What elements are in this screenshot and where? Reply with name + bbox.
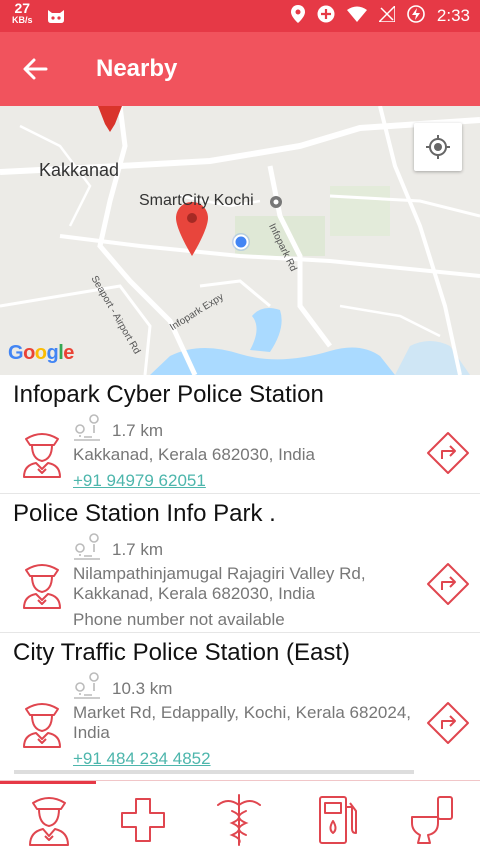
my-location-button[interactable] bbox=[414, 123, 462, 171]
wifi-icon bbox=[346, 6, 367, 27]
network-speed-unit: KB/s bbox=[12, 15, 33, 25]
police-officer-icon bbox=[23, 433, 61, 478]
station-address: Market Rd, Edappally, Kochi, Kerala 6820… bbox=[73, 703, 411, 742]
caduceus-icon bbox=[217, 794, 261, 846]
nav-toilet[interactable] bbox=[408, 791, 458, 847]
next-item-peek bbox=[0, 770, 480, 780]
results-list[interactable]: Infopark Cyber Police Station 1.7 km Kak… bbox=[0, 375, 480, 780]
nav-fuel[interactable] bbox=[312, 791, 362, 847]
nav-pharmacy[interactable] bbox=[214, 791, 264, 847]
map-view[interactable]: Kakkanad SmartCity Kochi Seaport - Airpo… bbox=[0, 106, 480, 375]
status-icons: 2:33 bbox=[290, 3, 470, 28]
station-name: Police Station Info Park . bbox=[13, 500, 276, 527]
network-speed: 27 KB/s bbox=[12, 0, 33, 26]
location-icon bbox=[290, 4, 305, 28]
station-distance: 10.3 km bbox=[112, 679, 173, 698]
list-item[interactable]: Police Station Info Park . 1.7 km Nilamp… bbox=[0, 494, 480, 633]
my-location-icon bbox=[426, 135, 450, 159]
fuel-pump-icon bbox=[319, 796, 357, 844]
station-phone-unavailable: Phone number not available bbox=[73, 610, 285, 629]
toilet-icon bbox=[411, 796, 453, 844]
distance-icon bbox=[74, 414, 100, 441]
station-name: City Traffic Police Station (East) bbox=[13, 639, 351, 666]
distance-icon bbox=[74, 672, 100, 699]
status-time: 2:33 bbox=[436, 6, 470, 25]
hospital-cross-icon bbox=[121, 798, 165, 842]
station-phone-link[interactable]: +91 484 234 4852 bbox=[73, 749, 211, 769]
directions-icon[interactable] bbox=[424, 560, 472, 608]
station-address: Kakkanad, Kerala 682030, India bbox=[73, 445, 315, 464]
station-distance: 1.7 km bbox=[112, 421, 164, 440]
station-name: Infopark Cyber Police Station bbox=[13, 381, 324, 408]
bottom-navigation bbox=[0, 780, 480, 855]
police-officer-icon bbox=[23, 564, 61, 609]
list-item[interactable]: City Traffic Police Station (East) 10.3 … bbox=[0, 633, 480, 771]
network-speed-value: 27 bbox=[14, 0, 31, 16]
station-distance: 1.7 km bbox=[112, 540, 164, 559]
app-bar: Nearby bbox=[0, 32, 480, 106]
directions-icon[interactable] bbox=[424, 429, 472, 477]
nav-hospital[interactable] bbox=[118, 791, 168, 847]
police-officer-icon bbox=[23, 703, 61, 748]
distance-icon bbox=[74, 533, 100, 560]
police-officer-icon bbox=[29, 797, 69, 846]
back-button[interactable] bbox=[20, 54, 52, 84]
map-label-kakkanad: Kakkanad bbox=[39, 160, 120, 180]
list-item[interactable]: Infopark Cyber Police Station 1.7 km Kak… bbox=[0, 375, 480, 494]
data-saver-icon bbox=[317, 5, 335, 28]
notification-cat-icon bbox=[46, 8, 66, 29]
status-bar: 27 KB/s 2:33 bbox=[0, 0, 480, 32]
battery-charging-icon bbox=[407, 4, 425, 28]
directions-icon[interactable] bbox=[424, 699, 472, 747]
nav-police[interactable] bbox=[24, 791, 74, 847]
map-canvas bbox=[0, 106, 480, 375]
page-title: Nearby bbox=[96, 55, 178, 82]
station-address: Nilampathinjamugal Rajagiri Valley Rd, K… bbox=[73, 564, 366, 603]
signal-icon bbox=[377, 3, 396, 27]
station-phone-link[interactable]: +91 94979 62051 bbox=[73, 471, 206, 491]
back-arrow-icon bbox=[23, 58, 48, 80]
map-label-smartcity: SmartCity Kochi bbox=[139, 192, 254, 209]
google-logo: Google bbox=[8, 342, 74, 364]
active-tab-indicator bbox=[0, 781, 96, 784]
